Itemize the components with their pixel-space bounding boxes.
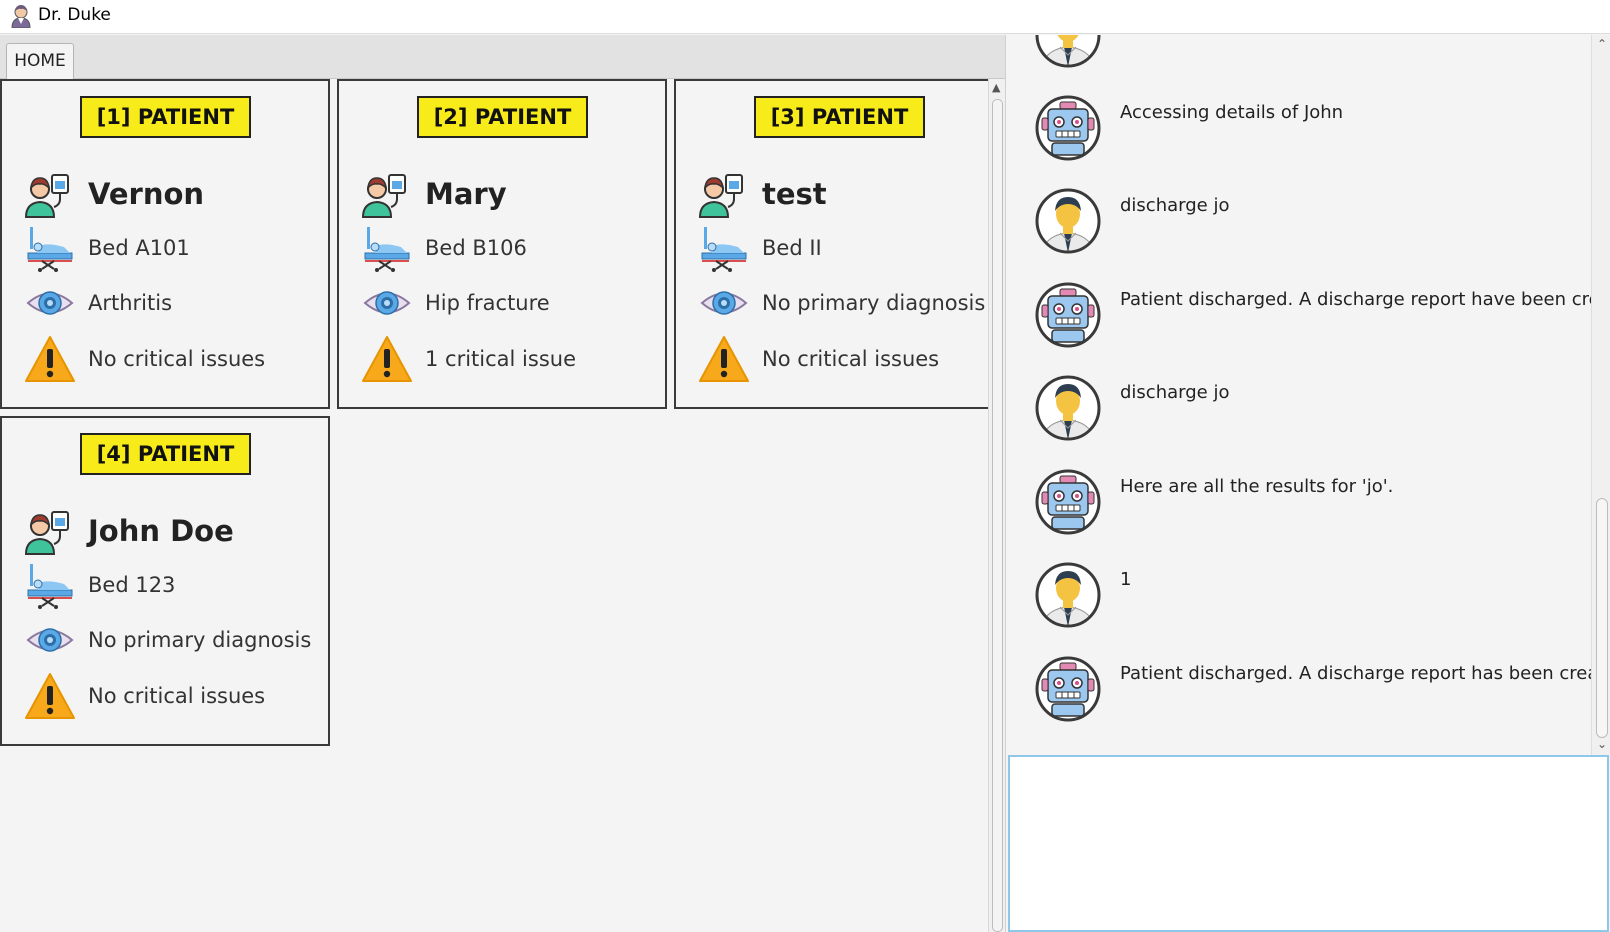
patient-card-header: [4] PATIENT (80, 433, 251, 475)
chat-log: Accessing details of John discharge jo P… (1006, 35, 1591, 755)
title-bar: Dr. Duke (0, 0, 1610, 34)
eye-icon (24, 615, 76, 665)
patient-diagnosis: No primary diagnosis (88, 628, 312, 652)
chat-panel: Accessing details of John discharge jo P… (1005, 35, 1610, 932)
scroll-up-arrow-icon[interactable]: ⌃ (1597, 37, 1607, 51)
patient-diagnosis-row: Hip fracture (361, 278, 550, 328)
patient-critical-issues: No critical issues (88, 684, 266, 708)
patient-card[interactable]: [4] PATIENT John Doe Bed 123 No primary … (0, 416, 330, 746)
patient-critical-row: 1 critical issue (361, 334, 576, 384)
chat-message-text: Patient discharged. A discharge report h… (1120, 289, 1591, 310)
chat-message-bot: Here are all the results for 'jo'. (1034, 468, 1591, 538)
patient-diagnosis: Arthritis (88, 291, 173, 315)
patient-icon (361, 169, 413, 219)
chat-message-bot: Accessing details of John (1034, 94, 1591, 164)
chat-message-user (1034, 35, 1591, 71)
patient-diagnosis-row: No primary diagnosis (698, 278, 985, 328)
warning-icon (698, 334, 750, 384)
patient-card[interactable]: [2] PATIENT Mary Bed B106 Hip fracture 1… (337, 79, 667, 409)
patient-bed: Bed II (762, 236, 822, 260)
patient-cards-grid: [1] PATIENT Vernon Bed A101 Arthritis No… (0, 79, 988, 932)
eye-icon (24, 278, 76, 328)
robot-avatar-icon (1034, 94, 1102, 162)
chat-message-user: discharge jo (1034, 374, 1591, 444)
chat-message-user: 1 (1034, 561, 1591, 631)
user-avatar-icon (1034, 35, 1102, 69)
patient-card-header: [2] PATIENT (417, 96, 588, 138)
chat-message-text: discharge jo (1120, 195, 1230, 216)
user-avatar-icon (1034, 561, 1102, 629)
patient-diagnosis: No primary diagnosis (762, 291, 986, 315)
cards-scrollbar[interactable]: ▲ (988, 79, 1005, 932)
scroll-down-arrow-icon[interactable]: ⌄ (1597, 737, 1607, 751)
patient-critical-issues: No critical issues (762, 347, 940, 371)
chat-message-text: Accessing details of John (1120, 102, 1344, 123)
patient-critical-row: No critical issues (698, 334, 939, 384)
patient-icon (24, 169, 76, 219)
chat-message-text: Here are all the results for 'jo'. (1120, 476, 1394, 497)
patient-icon (24, 506, 76, 556)
bed-icon (24, 223, 76, 273)
chat-message-text: Patient discharged. A discharge report h… (1120, 663, 1591, 684)
patient-name-row: test (698, 169, 827, 219)
chat-message-bot: Patient discharged. A discharge report h… (1034, 655, 1591, 725)
chat-message-text: 1 (1120, 569, 1132, 590)
patient-bed-row: Bed B106 (361, 223, 527, 273)
warning-icon (24, 671, 76, 721)
patient-critical-issues: 1 critical issue (425, 347, 576, 371)
patient-name-row: John Doe (24, 506, 234, 556)
tab-bar: HOME (0, 35, 1005, 79)
patient-card-header: [3] PATIENT (754, 96, 925, 138)
patient-name-row: Vernon (24, 169, 204, 219)
warning-icon (361, 334, 413, 384)
eye-icon (698, 278, 750, 328)
user-avatar-icon (1034, 187, 1102, 255)
patient-bed-row: Bed A101 (24, 223, 190, 273)
patient-name: test (762, 177, 827, 211)
robot-avatar-icon (1034, 281, 1102, 349)
patient-bed: Bed A101 (88, 236, 190, 260)
patient-name-row: Mary (361, 169, 507, 219)
chat-scrollbar[interactable]: ⌃ ⌄ (1591, 35, 1610, 755)
patient-name: John Doe (88, 514, 234, 548)
patient-diagnosis-row: No primary diagnosis (24, 615, 311, 665)
patient-name: Mary (425, 177, 507, 211)
bed-icon (698, 223, 750, 273)
chat-message-bot: Patient discharged. A discharge report h… (1034, 281, 1591, 351)
patient-bed: Bed 123 (88, 573, 176, 597)
patient-name: Vernon (88, 177, 205, 211)
patient-bed: Bed B106 (425, 236, 527, 260)
patient-card[interactable]: [1] PATIENT Vernon Bed A101 Arthritis No… (0, 79, 330, 409)
bed-icon (361, 223, 413, 273)
patient-bed-row: Bed II (698, 223, 822, 273)
user-avatar-icon (1034, 374, 1102, 442)
patient-card-header: [1] PATIENT (80, 96, 251, 138)
chat-message-user: discharge jo (1034, 187, 1591, 257)
patient-panel: HOME [1] PATIENT Vernon Bed A101 Arthrit… (0, 35, 1005, 932)
patient-critical-row: No critical issues (24, 671, 265, 721)
patient-card[interactable]: [3] PATIENT test Bed II No primary diagn… (674, 79, 988, 409)
scrollbar-thumb[interactable] (1596, 498, 1608, 738)
bed-icon (24, 560, 76, 610)
scrollbar-thumb[interactable] (992, 99, 1003, 932)
patient-critical-issues: No critical issues (88, 347, 266, 371)
patient-critical-row: No critical issues (24, 334, 265, 384)
patient-diagnosis-row: Arthritis (24, 278, 172, 328)
app-icon (11, 5, 31, 28)
robot-avatar-icon (1034, 655, 1102, 723)
robot-avatar-icon (1034, 468, 1102, 536)
warning-icon (24, 334, 76, 384)
patient-bed-row: Bed 123 (24, 560, 175, 610)
command-input[interactable] (1008, 755, 1609, 932)
chat-message-text: discharge jo (1120, 382, 1230, 403)
patient-diagnosis: Hip fracture (425, 291, 550, 315)
scroll-up-arrow-icon[interactable]: ▲ (992, 81, 1000, 94)
tab-home[interactable]: HOME (6, 43, 74, 79)
eye-icon (361, 278, 413, 328)
window-title: Dr. Duke (38, 5, 111, 25)
patient-icon (698, 169, 750, 219)
